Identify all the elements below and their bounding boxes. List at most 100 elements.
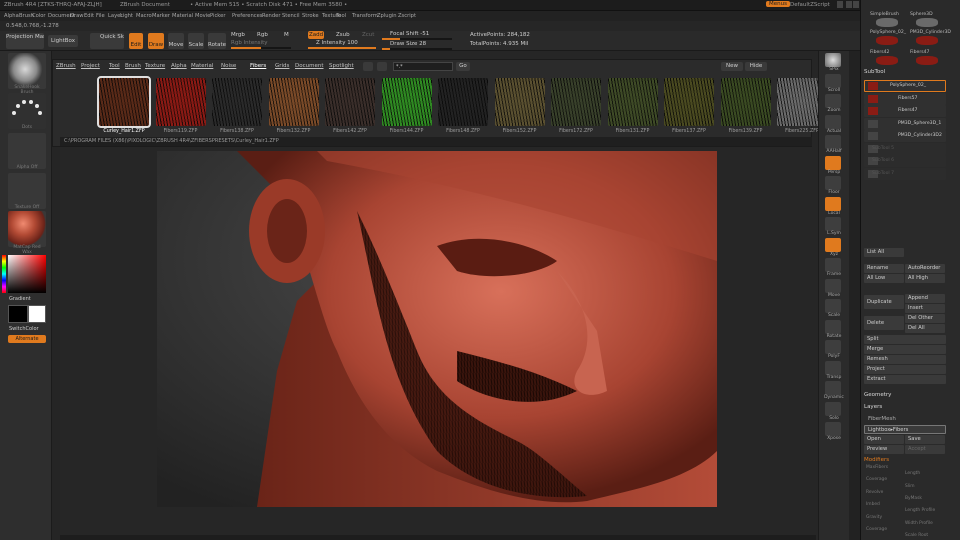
- menu-preferences[interactable]: Preferences: [232, 13, 263, 19]
- lightbox-tab-fibers[interactable]: Fibers: [250, 63, 266, 69]
- minimize-icon[interactable]: [837, 1, 843, 8]
- rgb-intensity-track[interactable]: [231, 47, 291, 49]
- tool-item-label[interactable]: Fibers42: [870, 50, 889, 55]
- subtool-name[interactable]: Fibers47: [898, 108, 917, 113]
- del-all-button[interactable]: Del All: [905, 324, 945, 333]
- menu-edit[interactable]: Edit: [84, 13, 94, 19]
- lightbox-item-thumbnail[interactable]: [268, 78, 319, 126]
- menu-tool[interactable]: Tool: [336, 13, 346, 19]
- lightbox-item-thumbnail[interactable]: [155, 78, 206, 126]
- menu-stencil[interactable]: Stencil: [282, 13, 300, 19]
- main-color-swatch[interactable]: [8, 305, 28, 323]
- draw-size-slider[interactable]: Draw Size 28: [390, 41, 426, 47]
- tool-item-thumbnail[interactable]: [916, 36, 938, 45]
- lightbox-item-thumbnail[interactable]: [720, 78, 771, 126]
- move-icon[interactable]: [825, 278, 841, 293]
- auto-reorder-button[interactable]: AutoReorder: [905, 264, 945, 273]
- lightbox-new-button[interactable]: New: [721, 62, 743, 71]
- lightbox-tab-zbrush[interactable]: ZBrush: [56, 63, 76, 69]
- menu-file[interactable]: File: [96, 13, 105, 19]
- modifier-slider-label[interactable]: Revolve: [866, 490, 883, 495]
- sculpt-canvas[interactable]: [157, 151, 717, 507]
- menu-alpha[interactable]: Alpha: [4, 13, 19, 19]
- duplicate-button[interactable]: Duplicate: [864, 295, 904, 309]
- split-button[interactable]: Split: [864, 335, 946, 344]
- menu-zscript[interactable]: Zscript: [398, 13, 416, 19]
- modifier-slider-label[interactable]: Length: [905, 471, 920, 476]
- lightbox-item-thumbnail[interactable]: [551, 78, 601, 126]
- quick-sketch-button[interactable]: Quick Sketch: [90, 33, 124, 49]
- project-button[interactable]: Project: [864, 365, 946, 374]
- brush-thumbnail[interactable]: [8, 53, 46, 89]
- insert-button[interactable]: Insert: [905, 304, 945, 313]
- menu-transform[interactable]: Transform: [352, 13, 378, 19]
- layers-header[interactable]: Layers: [864, 404, 882, 410]
- lightbox-item-thumbnail[interactable]: [325, 78, 375, 126]
- menu-light[interactable]: Light: [120, 13, 133, 19]
- tool-item-label[interactable]: SimpleBrush: [870, 12, 899, 17]
- lightbox-button[interactable]: LightBox: [48, 35, 78, 47]
- zoom-icon[interactable]: [825, 94, 841, 108]
- modifier-slider-label[interactable]: Scale Root: [905, 533, 928, 538]
- lightbox-tab-alpha[interactable]: Alpha: [171, 63, 187, 69]
- menu-render[interactable]: Render: [262, 13, 280, 19]
- list-all-button[interactable]: List All: [864, 248, 904, 257]
- lightbox-item-thumbnail[interactable]: [381, 78, 432, 126]
- texture-thumbnail[interactable]: [8, 173, 46, 209]
- lightbox-item-thumbnail[interactable]: [97, 76, 151, 128]
- m-button[interactable]: M: [284, 32, 289, 38]
- fibermesh-save-button[interactable]: Save: [905, 435, 945, 444]
- spix-icon[interactable]: [825, 53, 841, 67]
- rotate-icon[interactable]: [825, 319, 841, 334]
- lightbox-tab-brush[interactable]: Brush: [125, 63, 141, 69]
- modifier-slider-label[interactable]: Length Profile: [905, 508, 935, 513]
- xpose-icon[interactable]: [825, 422, 841, 436]
- scroll-icon[interactable]: [825, 73, 841, 88]
- lightbox-next-arrow-icon[interactable]: [377, 62, 387, 71]
- lightbox-item-thumbnail[interactable]: [664, 78, 714, 126]
- frame-icon[interactable]: [825, 258, 841, 272]
- fibermesh-accept-button[interactable]: Accept: [905, 445, 945, 454]
- projection-master-button[interactable]: Projection Master: [6, 33, 44, 49]
- draw-size-track[interactable]: [382, 48, 452, 50]
- modifier-slider-label[interactable]: Slim: [905, 484, 915, 489]
- subtool-name[interactable]: PM3D_Cylinder3D2: [898, 133, 942, 138]
- z-intensity-slider[interactable]: Z Intensity 100: [316, 40, 358, 46]
- subtool-name[interactable]: SubTool 7: [872, 171, 894, 176]
- close-icon[interactable]: [853, 1, 859, 8]
- menu-zplugin[interactable]: Zplugin: [377, 13, 397, 19]
- menu-movie[interactable]: Movie: [195, 13, 210, 19]
- fibermesh-preview-button[interactable]: Preview: [864, 445, 904, 454]
- secondary-color-swatch[interactable]: [28, 305, 46, 323]
- fibermesh-header[interactable]: FiberMesh: [868, 416, 896, 422]
- subtool-header[interactable]: SubTool: [864, 69, 885, 75]
- menu-stroke[interactable]: Stroke: [302, 13, 319, 19]
- lightbox-prev-arrow-icon[interactable]: [363, 62, 373, 71]
- maximize-icon[interactable]: [846, 1, 852, 8]
- lightbox-item-thumbnail[interactable]: [212, 78, 262, 126]
- remesh-button[interactable]: Remesh: [864, 355, 946, 364]
- del-other-button[interactable]: Del Other: [905, 314, 945, 323]
- append-button[interactable]: Append: [905, 294, 945, 303]
- modifier-slider-label[interactable]: MaxFibers: [866, 465, 888, 470]
- menu-picker[interactable]: Picker: [210, 13, 225, 19]
- menu-draw[interactable]: Draw: [70, 13, 84, 19]
- material-thumbnail[interactable]: [8, 211, 46, 247]
- menus-button[interactable]: Menus: [766, 1, 790, 7]
- persp-icon[interactable]: [825, 155, 841, 170]
- subtool-name[interactable]: PM3D_Sphere3D_1: [898, 121, 941, 126]
- stroke-thumbnail[interactable]: [8, 93, 46, 129]
- subtool-name[interactable]: Fibers57: [898, 96, 917, 101]
- all-low-button[interactable]: All Low: [864, 274, 904, 283]
- mrgb-button[interactable]: Mrgb: [231, 32, 245, 38]
- actual-icon[interactable]: [825, 114, 841, 129]
- all-high-button[interactable]: All High: [905, 274, 945, 283]
- tool-item-thumbnail[interactable]: [916, 18, 938, 27]
- tool-item-thumbnail[interactable]: [876, 36, 898, 45]
- modifier-slider-label[interactable]: Coverage: [866, 527, 887, 532]
- right-scroll-column[interactable]: [849, 51, 860, 540]
- menu-marker[interactable]: Marker: [152, 13, 170, 19]
- tool-item-thumbnail[interactable]: [876, 56, 898, 65]
- merge-button[interactable]: Merge: [864, 345, 946, 354]
- draw-button[interactable]: Draw: [148, 33, 164, 49]
